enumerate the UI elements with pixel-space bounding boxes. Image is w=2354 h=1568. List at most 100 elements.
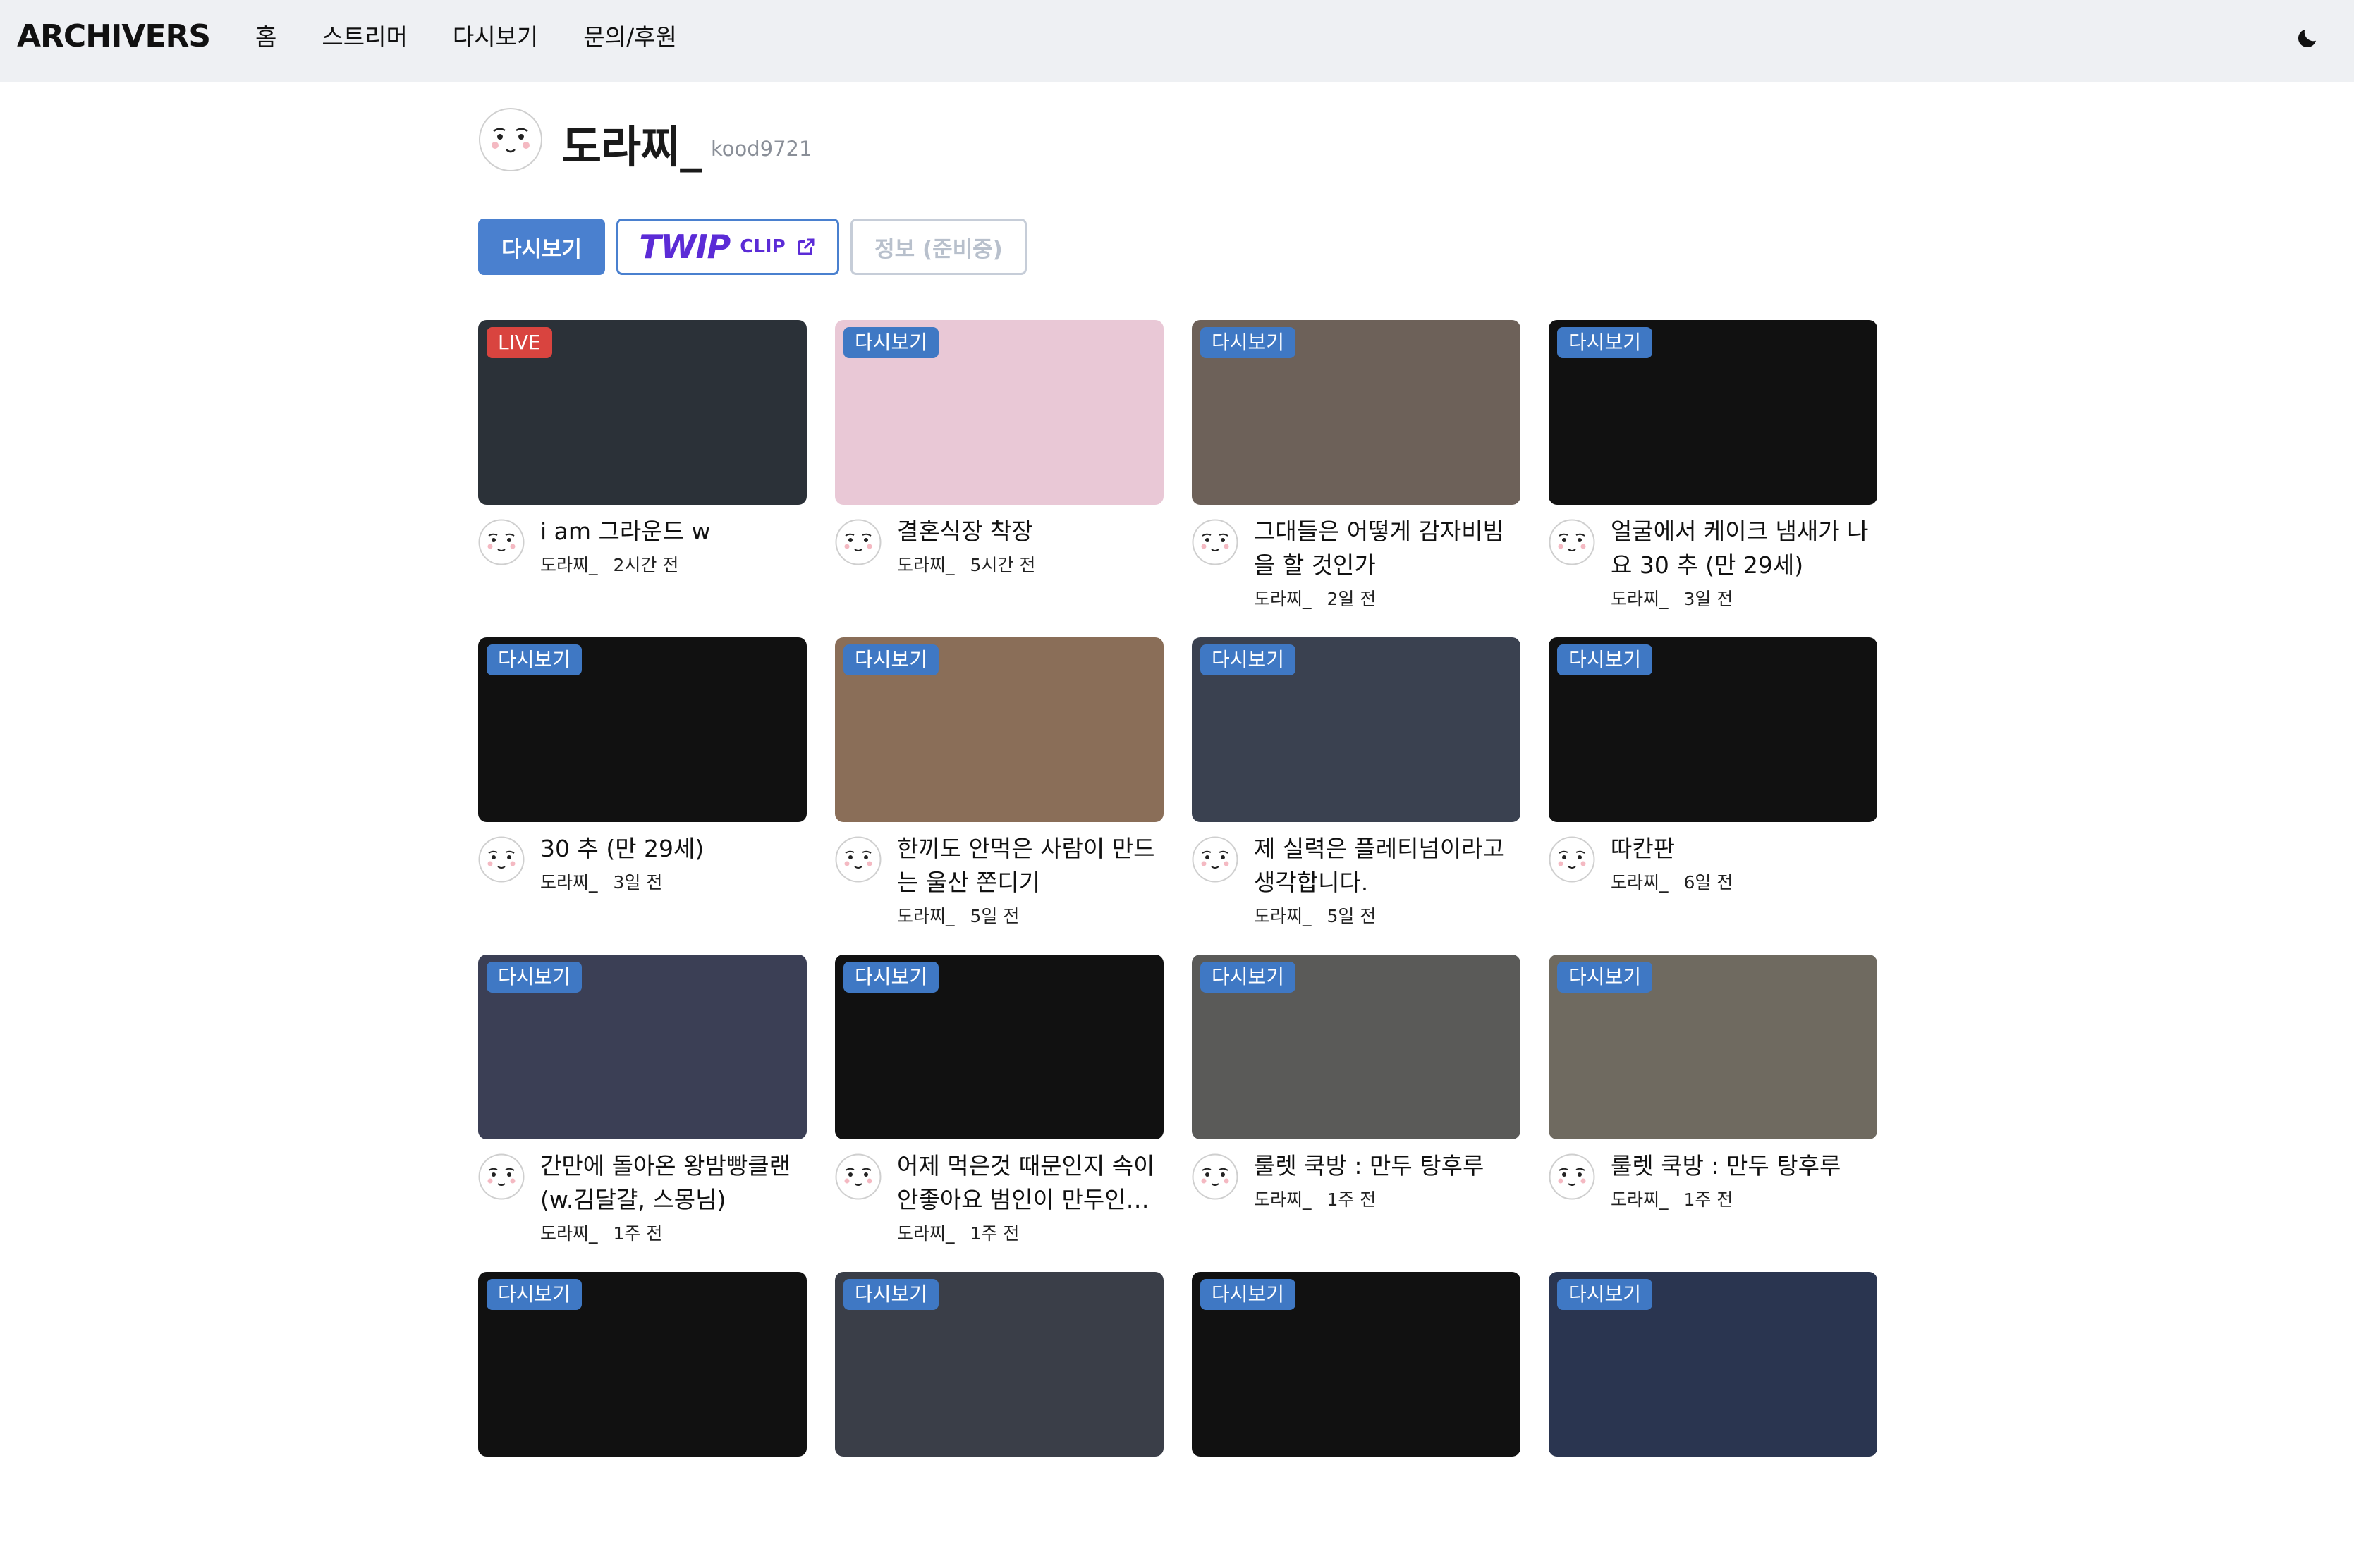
video-author: 도라찌_ (1611, 872, 1669, 893)
nav-contact-support[interactable]: 문의/후원 (583, 21, 677, 54)
video-title[interactable]: 제 실력은 플레티넘이라고 생각합니다. (1254, 832, 1520, 900)
video-time: 2시간 전 (613, 555, 679, 575)
video-title[interactable]: 룰렛 쿡방 : 만두 탕후루 (1611, 1149, 1877, 1183)
video-thumbnail[interactable]: LIVE (478, 320, 807, 505)
video-card[interactable]: 다시보기한끼도 안먹은 사람이 만드는 울산 쫀디기 도라찌_ 5일 전 (835, 637, 1164, 933)
video-author: 도라찌_ (1611, 1189, 1669, 1210)
video-time: 5시간 전 (970, 555, 1036, 575)
video-time: 1주 전 (1683, 1189, 1733, 1210)
video-thumbnail[interactable]: 다시보기 (1549, 637, 1877, 822)
video-thumbnail[interactable]: 다시보기 (478, 1272, 807, 1457)
video-meta: 도라찌_ 5시간 전 (897, 551, 1035, 577)
video-thumbnail[interactable]: 다시보기 (1192, 637, 1520, 822)
video-author: 도라찌_ (897, 555, 955, 575)
video-title[interactable]: 룰렛 쿡방 : 만두 탕후루 (1254, 1149, 1520, 1183)
video-thumbnail[interactable]: 다시보기 (1192, 955, 1520, 1139)
video-meta: 도라찌_ 1주 전 (540, 1220, 662, 1245)
video-thumbnail[interactable]: 다시보기 (1549, 320, 1877, 505)
video-card[interactable]: 다시보기 (478, 1272, 807, 1568)
video-author: 도라찌_ (540, 555, 598, 575)
video-thumbnail[interactable]: 다시보기 (835, 320, 1164, 505)
video-author: 도라찌_ (897, 1223, 955, 1244)
video-meta: 도라찌_ 3일 전 (1611, 585, 1733, 611)
streamer-avatar (835, 836, 882, 883)
replay-badge: 다시보기 (1200, 644, 1296, 675)
video-meta: 도라찌_ 2시간 전 (540, 551, 678, 577)
video-time: 3일 전 (613, 872, 663, 893)
replay-badge: 다시보기 (487, 644, 583, 675)
video-card[interactable]: 다시보기결혼식장 착장도라찌_ 5시간 전 (835, 320, 1164, 616)
streamer-name: 도라찌_ (561, 121, 702, 173)
replay-badge: 다시보기 (487, 1279, 583, 1310)
video-title[interactable]: 따칸판 (1611, 832, 1877, 866)
video-card[interactable]: 다시보기 (1549, 1272, 1877, 1568)
nav-streamers[interactable]: 스트리머 (322, 21, 407, 54)
clip-label: CLIP (740, 236, 786, 257)
video-title[interactable]: 어제 먹은것 때문인지 속이 안좋아요 범인이 만두인지 라면인지 (897, 1149, 1164, 1217)
twip-clip-button[interactable]: TWIP CLIP (616, 219, 839, 275)
video-meta: 도라찌_ 5일 전 (1254, 902, 1376, 928)
video-title[interactable]: 결혼식장 착장 (897, 515, 1164, 549)
nav-home[interactable]: 홈 (255, 21, 276, 54)
replay-badge: 다시보기 (843, 962, 939, 993)
streamer-avatar (1192, 1153, 1238, 1200)
video-card[interactable]: 다시보기따칸판도라찌_ 6일 전 (1549, 637, 1877, 933)
video-thumbnail[interactable]: 다시보기 (1549, 1272, 1877, 1457)
replay-badge: 다시보기 (487, 962, 583, 993)
streamer-avatar (479, 108, 542, 171)
video-card[interactable]: 다시보기어제 먹은것 때문인지 속이 안좋아요 범인이 만두인지 라면인지도라찌… (835, 955, 1164, 1251)
video-time: 3일 전 (1683, 589, 1733, 609)
video-author: 도라찌_ (540, 872, 598, 893)
streamer-id: kood9721 (711, 137, 812, 161)
video-meta: 도라찌_ 1주 전 (897, 1220, 1019, 1245)
video-thumbnail[interactable]: 다시보기 (478, 955, 807, 1139)
video-title[interactable]: 얼굴에서 케이크 냄새가 나요 30 추 (만 29세) (1611, 515, 1877, 582)
video-thumbnail[interactable]: 다시보기 (835, 1272, 1164, 1457)
replay-badge: 다시보기 (1557, 644, 1653, 675)
streamer-avatar (1192, 836, 1238, 883)
video-card[interactable]: 다시보기 (1192, 1272, 1520, 1568)
video-thumbnail[interactable]: 다시보기 (478, 637, 807, 822)
live-badge: LIVE (487, 327, 552, 358)
video-time: 1주 전 (970, 1223, 1020, 1244)
nav-replays[interactable]: 다시보기 (453, 21, 538, 54)
video-thumbnail[interactable]: 다시보기 (1192, 1272, 1520, 1457)
video-thumbnail[interactable]: 다시보기 (835, 955, 1164, 1139)
video-title[interactable]: i am 그라운드 w (540, 515, 807, 549)
video-thumbnail[interactable]: 다시보기 (1549, 955, 1877, 1139)
video-card[interactable]: 다시보기룰렛 쿡방 : 만두 탕후루도라찌_ 1주 전 (1549, 955, 1877, 1251)
replay-badge: 다시보기 (1557, 962, 1653, 993)
video-card[interactable]: LIVE i am 그라운드 w 도라찌_ 2시간 전 (478, 320, 807, 616)
video-card[interactable]: 다시보기제 실력은 플레티넘이라고 생각합니다. 도라찌_ 5일 전 (1192, 637, 1520, 933)
video-time: 5일 전 (970, 906, 1020, 926)
video-author: 도라찌_ (1254, 1189, 1312, 1210)
replay-badge: 다시보기 (1200, 327, 1296, 358)
tab-replays[interactable]: 다시보기 (478, 219, 605, 275)
replay-badge: 다시보기 (1200, 962, 1296, 993)
video-meta: 도라찌_ 3일 전 (540, 869, 662, 894)
video-thumbnail[interactable]: 다시보기 (835, 637, 1164, 822)
video-card[interactable]: 다시보기 (835, 1272, 1164, 1568)
video-thumbnail[interactable]: 다시보기 (1192, 320, 1520, 505)
streamer-avatar (1192, 519, 1238, 565)
video-card[interactable]: 다시보기 그대들은 어떻게 감자비빔을 할 것인가 도라찌_ 2일 전 (1192, 320, 1520, 616)
video-title[interactable]: 간만에 돌아온 왕밤빵클랜 (w.김달걀, 스몽님) (540, 1149, 807, 1217)
video-author: 도라찌_ (1254, 906, 1312, 926)
video-meta: 도라찌_ 6일 전 (1611, 869, 1733, 894)
video-author: 도라찌_ (1254, 589, 1312, 609)
video-time: 6일 전 (1683, 872, 1733, 893)
video-meta: 도라찌_ 5일 전 (897, 902, 1019, 928)
site-logo[interactable]: ARCHIVERS (17, 18, 211, 54)
video-card[interactable]: 다시보기룰렛 쿡방 : 만두 탕후루도라찌_ 1주 전 (1192, 955, 1520, 1251)
video-time: 1주 전 (1327, 1189, 1377, 1210)
video-title[interactable]: 한끼도 안먹은 사람이 만드는 울산 쫀디기 (897, 832, 1164, 900)
replay-badge: 다시보기 (1200, 1279, 1296, 1310)
video-card[interactable]: 다시보기간만에 돌아온 왕밤빵클랜 (w.김달걀, 스몽님) 도라찌_ 1주 전 (478, 955, 807, 1251)
video-card[interactable]: 다시보기얼굴에서 케이크 냄새가 나요 30 추 (만 29세) 도라찌_ 3일 전 (1549, 320, 1877, 616)
video-title[interactable]: 30 추 (만 29세) (540, 832, 807, 866)
video-card[interactable]: 다시보기 30 추 (만 29세) 도라찌_ 3일 전 (478, 637, 807, 933)
external-link-icon (798, 238, 815, 255)
dark-mode-moon-icon[interactable] (2295, 25, 2320, 51)
video-title[interactable]: 그대들은 어떻게 감자비빔을 할 것인가 (1254, 515, 1520, 582)
replay-badge: 다시보기 (843, 327, 939, 358)
